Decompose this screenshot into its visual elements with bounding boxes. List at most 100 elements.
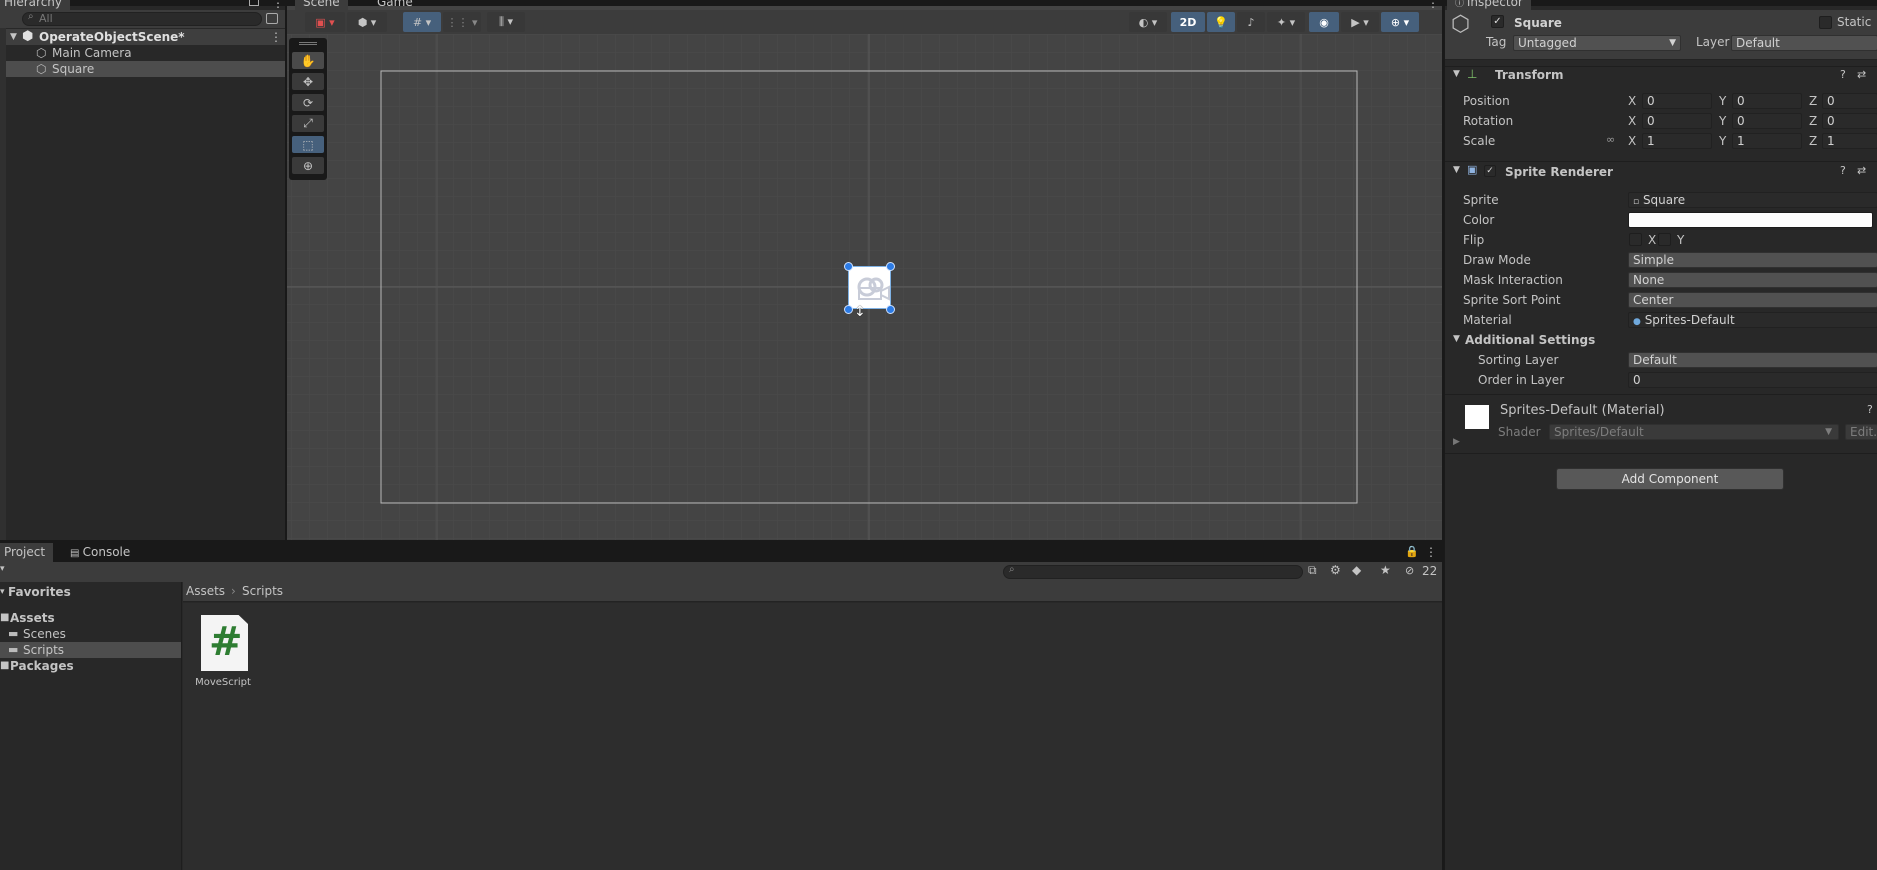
camera-settings-button[interactable]: ▶ ▾ <box>1341 12 1379 32</box>
tree-favorites[interactable]: ▾ Favorites <box>0 584 181 600</box>
expand-arrow-icon[interactable]: ▼ <box>10 29 17 45</box>
static-checkbox[interactable] <box>1819 16 1832 29</box>
effects-button[interactable]: ✦ ▾ <box>1267 12 1305 32</box>
hierarchy-lock-icon[interactable] <box>249 0 259 6</box>
flip-y-checkbox[interactable] <box>1658 233 1671 246</box>
draw-mode-dropdown[interactable]: Simple <box>1628 252 1877 268</box>
asset-item-movescript[interactable]: # MoveScript <box>195 615 251 695</box>
tool-palette-grip[interactable] <box>299 42 317 45</box>
sprite-sort-point-dropdown[interactable]: Center <box>1628 292 1877 308</box>
grid-size-button[interactable]: ⫼ ▾ <box>487 12 525 32</box>
breadcrumb-current[interactable]: Scripts <box>242 584 283 598</box>
hierarchy-item-square[interactable]: ⬡ Square <box>0 61 285 77</box>
tab-hierarchy[interactable]: Hierarchy <box>0 0 71 10</box>
add-component-button[interactable]: Add Component <box>1556 468 1784 490</box>
sorting-layer-dropdown[interactable]: Default <box>1628 352 1877 368</box>
order-in-layer-field[interactable]: 0 <box>1628 372 1877 388</box>
foldout-arrow-icon[interactable]: ▼ <box>1453 165 1460 175</box>
project-search-input[interactable]: ⌕ <box>1003 564 1303 579</box>
filter-by-type-icon[interactable]: ⚙ <box>1330 563 1341 577</box>
square-sprite[interactable] <box>848 266 891 309</box>
hierarchy-search-input[interactable]: ⌕ All <box>22 11 262 26</box>
snap-increment-button[interactable]: ⋮⋮ ▾ <box>443 12 481 32</box>
layer-dropdown[interactable]: Default <box>1731 35 1877 51</box>
sprite-object-field[interactable]: ▫ Square <box>1628 192 1877 208</box>
additional-settings-foldout[interactable]: ▼ Additional Settings <box>1445 332 1877 350</box>
sprite-renderer-header[interactable]: ▼ ▣ ✓ Sprite Renderer ? ⇄ ⋮ <box>1445 161 1877 181</box>
mask-interaction-dropdown[interactable]: None <box>1628 272 1877 288</box>
flip-x-checkbox[interactable] <box>1629 233 1642 246</box>
object-name-field[interactable]: Square <box>1509 15 1809 31</box>
scale-z-field[interactable]: 1 <box>1822 133 1877 149</box>
foldout-arrow-icon[interactable]: ▼ <box>1453 69 1460 79</box>
expand-arrow-icon[interactable]: ▾ <box>0 584 5 600</box>
rect-handle-tl[interactable] <box>844 262 853 271</box>
tab-project[interactable]: Project <box>0 543 54 562</box>
breadcrumb-root[interactable]: Assets <box>186 584 225 598</box>
component-menu-icon[interactable]: ⋮ <box>1873 68 1877 82</box>
mode-2d-button[interactable]: 2D <box>1171 12 1205 32</box>
material-object-field[interactable]: ● Sprites-Default <box>1628 312 1877 328</box>
rect-handle-bl[interactable] <box>844 305 853 314</box>
rect-handle-br[interactable] <box>886 305 895 314</box>
audio-toggle-button[interactable]: ♪ <box>1237 12 1265 32</box>
lighting-toggle-button[interactable]: 💡 <box>1207 12 1235 32</box>
tab-inspector[interactable]: ⓘ Inspector <box>1447 0 1531 10</box>
position-z-field[interactable]: 0 <box>1822 93 1877 109</box>
rect-tool-button[interactable]: ⬚ <box>292 136 324 153</box>
hierarchy-item-main-camera[interactable]: ⬡ Main Camera <box>0 45 285 61</box>
hierarchy-search-options-icon[interactable] <box>266 13 278 24</box>
filter-by-label-icon[interactable]: ◆ <box>1352 563 1361 577</box>
rotation-y-field[interactable]: 0 <box>1732 113 1802 129</box>
help-icon[interactable]: ? <box>1840 164 1846 177</box>
shading-mode-button[interactable]: ◐ ▾ <box>1129 12 1167 32</box>
scene-menu-icon[interactable]: ⋮ <box>1427 0 1439 10</box>
tab-console[interactable]: ▤ Console <box>62 543 138 562</box>
tree-folder-scripts[interactable]: ▬ Scripts <box>0 642 181 658</box>
constrain-proportions-icon[interactable]: ∞ <box>1606 133 1615 146</box>
help-icon[interactable]: ? <box>1840 68 1846 81</box>
tree-packages[interactable]: ■ Packages <box>0 658 181 674</box>
tag-dropdown[interactable]: Untagged ▼ <box>1513 35 1681 51</box>
rotation-z-field[interactable]: 0 <box>1822 113 1877 129</box>
transform-header[interactable]: ▼ ⊥ Transform ? ⇄ ⋮ <box>1445 66 1877 84</box>
create-dropdown-icon[interactable]: ▾ <box>0 564 5 574</box>
foldout-arrow-icon[interactable]: ▶ <box>1453 437 1460 447</box>
scene-menu-icon[interactable]: ⋮ <box>270 29 282 45</box>
component-menu-icon[interactable]: ⋮ <box>1873 164 1877 178</box>
hierarchy-menu-icon[interactable]: ⋮ <box>272 0 284 10</box>
preset-icon[interactable]: ⇄ <box>1857 68 1866 81</box>
shader-edit-button[interactable]: Edit... <box>1845 424 1877 440</box>
help-icon[interactable]: ? <box>1867 403 1873 416</box>
search-by-type-icon[interactable]: ⧉ <box>1308 563 1317 578</box>
hidden-packages-icon[interactable]: ⊘ <box>1405 564 1414 577</box>
rect-handle-tr[interactable] <box>886 262 895 271</box>
grid-snap-button[interactable]: # ▾ <box>403 12 441 32</box>
transform-tool-button[interactable]: ⊕ <box>292 157 324 174</box>
shader-dropdown[interactable]: Sprites/Default ▼ <box>1549 424 1839 440</box>
sprite-renderer-enabled-checkbox[interactable]: ✓ <box>1484 165 1496 177</box>
hierarchy-scene-row[interactable]: ▼ ⬢ OperateObjectScene* ⋮ <box>0 29 285 45</box>
gizmo-tool-button[interactable]: ▣ ▾ <box>305 12 345 32</box>
tree-folder-scenes[interactable]: ▬ Scenes <box>0 626 181 642</box>
tab-game[interactable]: Game <box>369 0 421 10</box>
gizmos-button[interactable]: ⊕ ▾ <box>1381 12 1419 32</box>
visibility-toggle-button[interactable]: ◉ <box>1309 12 1339 32</box>
active-checkbox[interactable]: ✓ <box>1491 15 1504 28</box>
rotation-x-field[interactable]: 0 <box>1642 113 1712 129</box>
scale-y-field[interactable]: 1 <box>1732 133 1802 149</box>
project-lock-icon[interactable]: 🔒 <box>1405 545 1419 558</box>
draw-mode-button[interactable]: ⬢ ▾ <box>347 12 387 32</box>
position-y-field[interactable]: 0 <box>1732 93 1802 109</box>
tab-scene[interactable]: Scene <box>295 0 348 10</box>
scene-viewport[interactable]: ↕ ✋ ✥ ⟳ ⤢ ⬚ ⊕ <box>287 34 1442 540</box>
project-menu-icon[interactable]: ⋮ <box>1425 545 1437 559</box>
position-x-field[interactable]: 0 <box>1642 93 1712 109</box>
rotate-tool-button[interactable]: ⟳ <box>292 94 324 111</box>
preset-icon[interactable]: ⇄ <box>1857 164 1866 177</box>
color-swatch[interactable] <box>1628 212 1873 228</box>
hand-tool-button[interactable]: ✋ <box>292 52 324 69</box>
tree-assets[interactable]: ■ Assets <box>0 610 181 626</box>
foldout-arrow-icon[interactable]: ▼ <box>1453 334 1460 344</box>
favorite-star-icon[interactable]: ★ <box>1380 563 1391 577</box>
